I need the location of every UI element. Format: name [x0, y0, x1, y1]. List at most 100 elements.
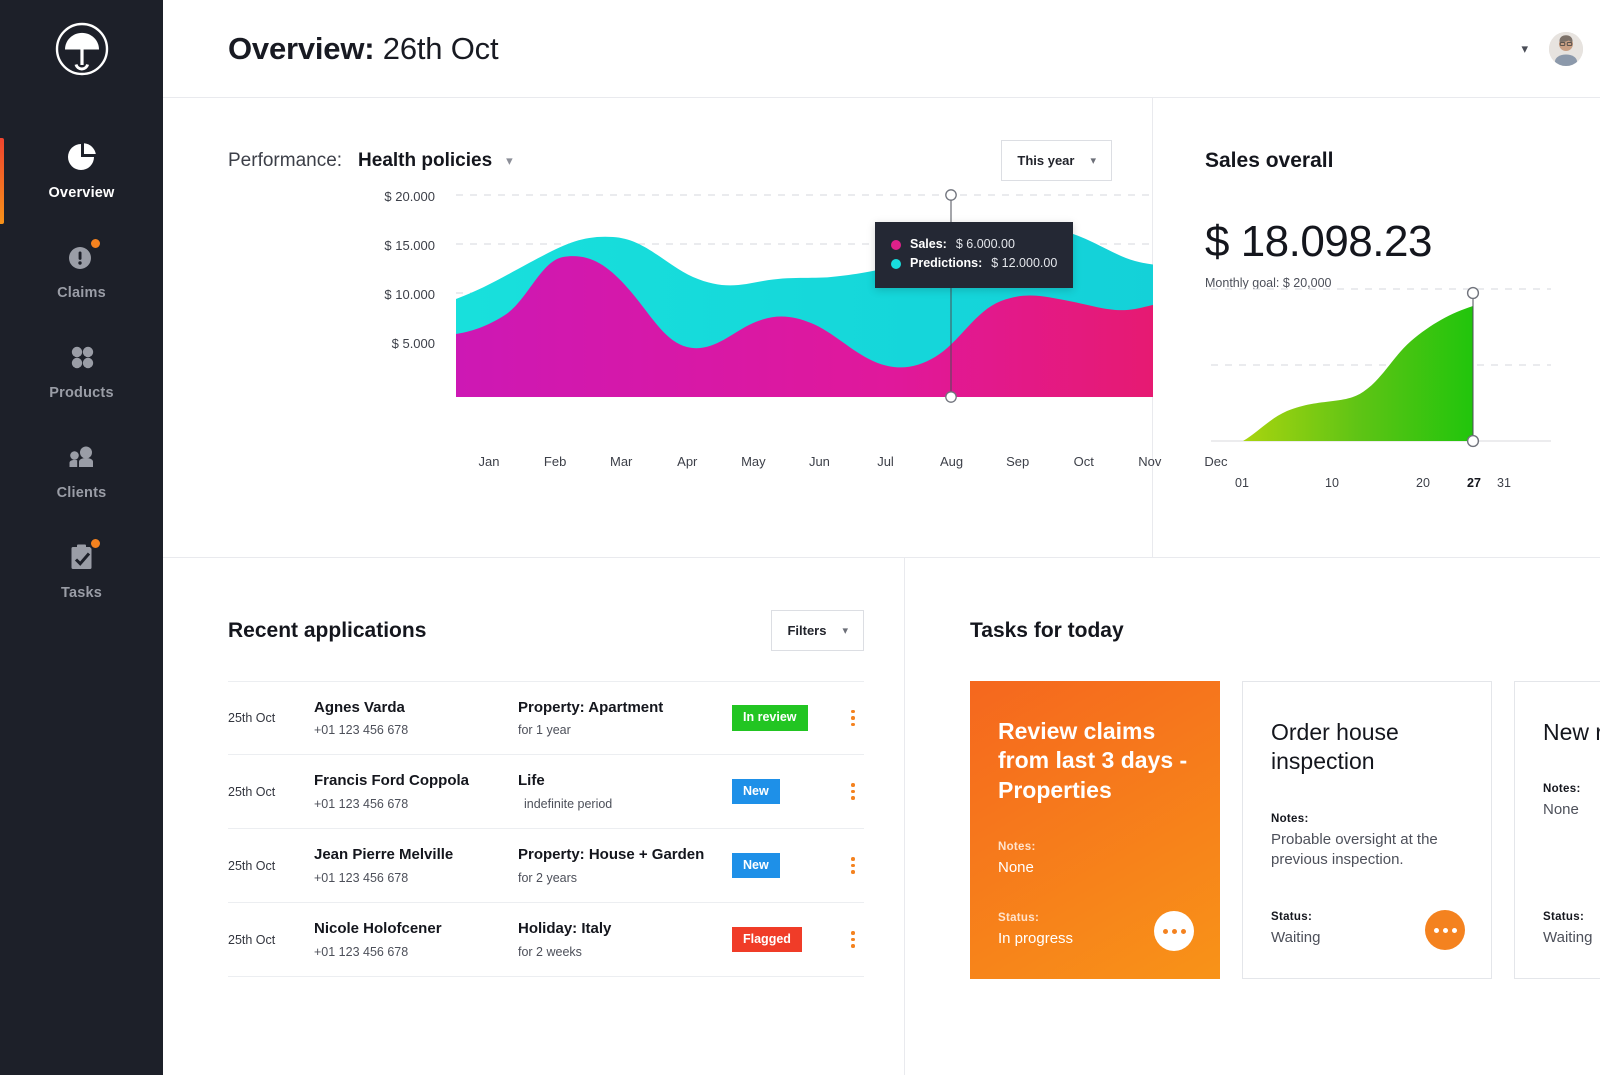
task-status: Status: Waiting: [1543, 911, 1600, 948]
x-tick-label: Jan: [478, 454, 500, 469]
chevron-down-icon[interactable]: ▾: [1521, 42, 1528, 55]
x-tick-label: Feb: [543, 454, 567, 469]
cell-client: Jean Pierre Melville +01 123 456 678: [314, 845, 518, 886]
tooltip-predictions-key: Predictions:: [910, 256, 983, 271]
tasks-panel: Tasks for today Task managers Review cla…: [905, 558, 1600, 1075]
performance-header: Performance: Health policies ▾ This year…: [163, 140, 1152, 181]
performance-x-axis: Jan Feb Mar Apr May Jun Jul Aug Sep Oct …: [456, 454, 1249, 469]
chevron-down-icon: ▾: [1090, 155, 1096, 167]
umbrella-logo-icon: [55, 22, 108, 76]
client-phone: +01 123 456 678: [314, 723, 409, 737]
status-badge: In review: [732, 705, 808, 731]
chevron-down-icon[interactable]: ▾: [506, 153, 513, 169]
cell-status: In review: [732, 705, 842, 731]
sidebar-item-label: Products: [49, 384, 114, 401]
table-row[interactable]: 25th Oct Nicole Holofcener +01 123 456 6…: [228, 903, 864, 977]
client-phone: +01 123 456 678: [314, 944, 409, 959]
people-icon: [65, 440, 99, 474]
page-title: Overview: 26th Oct: [228, 30, 499, 67]
performance-range-label: This year: [1017, 153, 1075, 168]
sales-overall-header: Sales overall This month ▾: [1153, 140, 1600, 181]
task-status-label: Status:: [1543, 910, 1585, 923]
task-notes-value: Probable oversight at the previous inspe…: [1271, 830, 1438, 869]
status-badge: New: [732, 778, 780, 805]
task-notes-value: None: [1543, 801, 1579, 819]
series-color-dot-predictions: [891, 259, 901, 270]
page-title-date: 26th Oct: [374, 30, 499, 66]
task-notes: Notes: None: [1543, 783, 1600, 820]
chevron-down-icon: ▾: [842, 625, 848, 637]
cell-product: Holiday: Italy for 2 weeks: [518, 919, 732, 960]
x-tick-label: 20: [1416, 476, 1430, 490]
sales-overall-panel: Sales overall This month ▾ $ 18.098.23 M…: [1153, 98, 1600, 557]
product-term: indefinite period: [524, 796, 613, 811]
active-indicator: [0, 138, 4, 224]
cell-client: Francis Ford Coppola +01 123 456 678: [314, 771, 518, 812]
performance-panel: Performance: Health policies ▾ This year…: [163, 98, 1227, 557]
topbar: Overview: 26th Oct ▾: [163, 0, 1600, 98]
task-card[interactable]: Review claims from last 3 days - Propert…: [970, 681, 1220, 979]
x-tick-label: Jun: [808, 454, 830, 469]
cell-status: Flagged: [732, 926, 842, 953]
table-row[interactable]: 25th Oct Jean Pierre Melville +01 123 45…: [228, 829, 864, 903]
task-notes: Notes: Probable oversight at the previou…: [1271, 813, 1463, 871]
task-notes: Notes: None: [998, 841, 1192, 878]
notification-badge: [88, 236, 102, 250]
avatar[interactable]: [1549, 31, 1583, 66]
recent-applications-header: Recent applications Filters ▾: [163, 610, 904, 651]
table-row[interactable]: 25th Oct Agnes Varda +01 123 456 678 Pro…: [228, 681, 864, 755]
client-name: Francis Ford Coppola: [314, 772, 470, 790]
sidebar-item-claims[interactable]: Claims: [0, 220, 163, 320]
page-title-bold: Overview:: [228, 30, 375, 66]
row-menu-icon[interactable]: [842, 857, 864, 874]
x-tick-label-highlight: 27: [1467, 476, 1481, 490]
row-menu-icon[interactable]: [842, 783, 864, 800]
client-name: Nicole Holofcener: [314, 920, 442, 938]
alert-circle-icon: [65, 236, 102, 274]
filters-button[interactable]: Filters ▾: [771, 610, 864, 651]
task-status-value: Waiting: [1543, 928, 1593, 946]
product-name: Property: House + Garden: [518, 846, 705, 864]
row-menu-icon[interactable]: [842, 931, 864, 948]
brand-logo[interactable]: [0, 0, 163, 98]
cell-product: Life indefinite period: [518, 771, 732, 812]
sidebar-nav: Overview Claims Products Clients Tasks: [0, 120, 163, 620]
chart-cursor-handle-bottom: [945, 391, 957, 403]
performance-chart: $ 20.000 $ 15.000 $ 10.000 $ 5.000 Sales…: [163, 189, 1227, 529]
client-phone: +01 123 456 678: [314, 870, 409, 885]
sales-amount: $ 18.098.23: [1205, 217, 1432, 266]
tooltip-row-predictions: Predictions: $ 12.000.00: [891, 254, 1057, 273]
cell-status: New: [732, 852, 842, 879]
row-menu-icon[interactable]: [842, 709, 864, 727]
lower-row: Recent applications Filters ▾ 25th Oct A…: [163, 558, 1600, 1075]
task-more-icon[interactable]: [1154, 911, 1194, 951]
filters-label: Filters: [787, 623, 827, 638]
table-row[interactable]: 25th Oct Francis Ford Coppola +01 123 45…: [228, 755, 864, 829]
sidebar-item-clients[interactable]: Clients: [0, 420, 163, 520]
performance-range-select[interactable]: This year ▾: [1001, 140, 1112, 181]
performance-selected-value[interactable]: Health policies: [358, 150, 492, 172]
x-tick-label: May: [741, 454, 766, 469]
sidebar-item-overview[interactable]: Overview: [0, 120, 163, 224]
sidebar-item-tasks[interactable]: Tasks: [0, 520, 163, 620]
product-term: for 2 years: [518, 870, 578, 885]
task-more-icon[interactable]: [1425, 910, 1465, 950]
tooltip-sales-key: Sales:: [910, 237, 947, 251]
task-title: Review claims from last 3 days - Propert…: [998, 718, 1188, 803]
sidebar-item-label: Overview: [48, 184, 115, 201]
task-notes-label: Notes:: [1271, 812, 1309, 825]
sidebar-item-products[interactable]: Products: [0, 320, 163, 420]
x-tick-label: Apr: [677, 454, 698, 469]
task-card[interactable]: New report Sep Notes: None Status: Waiti…: [1514, 681, 1600, 979]
notification-badge: [88, 536, 102, 550]
cell-client: Nicole Holofcener +01 123 456 678: [314, 919, 518, 960]
cell-date: 25th Oct: [228, 711, 276, 725]
sales-cursor-handle-bottom: [1466, 434, 1480, 448]
sales-cursor-handle-top: [1466, 286, 1480, 300]
task-notes-label: Notes:: [998, 841, 1036, 854]
tooltip-predictions-value: $ 12.000.00: [991, 256, 1058, 271]
user-avatar-image: [1549, 31, 1583, 66]
x-tick-label: Mar: [610, 454, 633, 469]
task-card[interactable]: Order house inspection Notes: Probable o…: [1242, 681, 1492, 979]
task-notes-label: Notes:: [1543, 783, 1581, 796]
